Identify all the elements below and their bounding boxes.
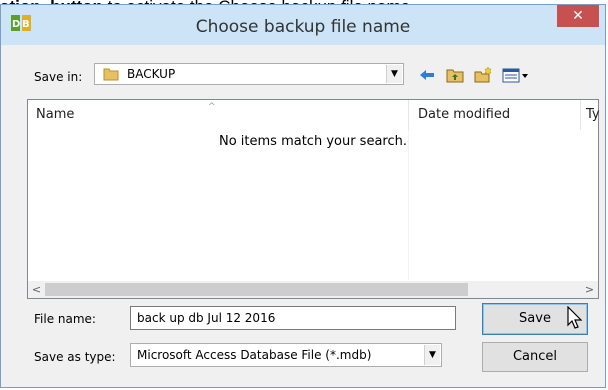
save-as-type-label: Save as type: (34, 350, 116, 364)
save-in-dropdown-arrow[interactable]: ▼ (386, 65, 402, 83)
column-guide (408, 130, 409, 280)
column-separator[interactable] (408, 100, 409, 130)
scrollbar-thumb[interactable] (45, 283, 468, 296)
up-folder-icon[interactable] (445, 66, 465, 84)
horizontal-scrollbar[interactable]: < > (28, 281, 598, 298)
save-in-label: Save in: (34, 70, 83, 84)
new-folder-icon[interactable] (473, 66, 493, 84)
view-menu-icon[interactable] (501, 66, 531, 84)
file-name-label: File name: (34, 312, 96, 326)
empty-list-message: No items match your search. (218, 134, 407, 149)
scroll-right-icon[interactable]: > (581, 281, 598, 298)
column-header-date-modified[interactable]: Date modified (410, 100, 580, 130)
save-as-type-combo[interactable]: Microsoft Access Database File (*.mdb) ▼ (130, 343, 442, 367)
save-in-combo[interactable]: BACKUP ▼ (94, 63, 404, 85)
folder-icon (103, 68, 119, 81)
save-dialog: D B Choose backup file name ✕ Save in: B… (0, 4, 606, 388)
save-as-type-value: Microsoft Access Database File (*.mdb) (137, 348, 372, 362)
back-icon[interactable] (417, 66, 437, 84)
sort-indicator-icon: ^ (208, 102, 216, 112)
dialog-title: Choose backup file name (195, 17, 411, 37)
mouse-cursor-icon (567, 306, 583, 329)
scroll-left-icon[interactable]: < (28, 281, 45, 298)
title-bar[interactable]: D B Choose backup file name ✕ (1, 5, 605, 45)
cancel-button[interactable]: Cancel (482, 342, 588, 372)
file-list-view[interactable]: Name ^ Date modified Ty No items match y… (27, 99, 600, 299)
save-as-type-dropdown-arrow[interactable]: ▼ (424, 345, 440, 365)
column-header-type[interactable]: Ty (580, 100, 600, 130)
save-in-value: BACKUP (127, 67, 176, 81)
file-name-input[interactable]: back up db Jul 12 2016 (130, 306, 456, 330)
close-button[interactable]: ✕ (557, 5, 599, 27)
